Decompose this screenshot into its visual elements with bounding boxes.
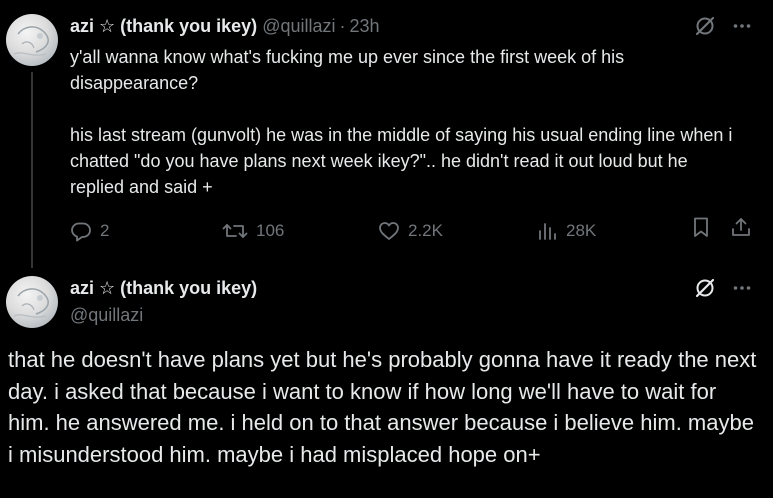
- like-count: 2.2K: [408, 221, 443, 240]
- like-button[interactable]: 2.2K: [378, 216, 443, 246]
- views-icon: [539, 223, 556, 240]
- grok-icon[interactable]: [694, 277, 716, 299]
- avatar[interactable]: [6, 276, 58, 328]
- views-button[interactable]: 28K: [536, 216, 596, 246]
- bookmark-button[interactable]: [690, 216, 712, 238]
- avatar-art-icon: [13, 288, 49, 318]
- tweet-top-actions: [694, 15, 752, 37]
- reply-count: 2: [100, 221, 110, 240]
- reply-icon: [71, 222, 91, 242]
- reply-button[interactable]: 2: [70, 216, 109, 246]
- tweet-text: y'all wanna know what's fucking me up ev…: [70, 47, 733, 197]
- tweet-action-bar: 2 106 2.2K 28K: [70, 216, 756, 246]
- repost-icon: [222, 224, 248, 238]
- tweet-header: azi ☆ (thank you ikey): [70, 276, 257, 300]
- bookmark-icon: [694, 217, 708, 237]
- share-icon: [732, 218, 750, 236]
- like-icon: [379, 222, 399, 240]
- avatar-art-icon: [13, 26, 49, 56]
- display-name[interactable]: azi ☆ (thank you ikey): [70, 276, 257, 300]
- avatar[interactable]: [6, 14, 58, 66]
- display-name[interactable]: azi ☆ (thank you ikey): [70, 14, 257, 38]
- more-icon[interactable]: [732, 278, 752, 298]
- tweet-header: azi ☆ (thank you ikey) @quillazi · 23h: [70, 14, 380, 38]
- share-button[interactable]: [730, 216, 752, 238]
- user-handle[interactable]: @quillazi: [262, 14, 335, 38]
- views-count: 28K: [566, 221, 597, 240]
- separator-dot: ·: [339, 16, 346, 36]
- thread-connector-line: [31, 72, 33, 268]
- grok-icon[interactable]: [694, 15, 716, 37]
- tweet-top-actions: [694, 277, 752, 299]
- timestamp[interactable]: 23h: [350, 14, 380, 38]
- repost-button[interactable]: 106: [222, 216, 284, 246]
- repost-count: 106: [256, 221, 285, 240]
- more-icon[interactable]: [732, 16, 752, 36]
- tweet-text: that he doesn't have plans yet but he's …: [8, 347, 757, 467]
- user-handle[interactable]: @quillazi: [70, 303, 143, 327]
